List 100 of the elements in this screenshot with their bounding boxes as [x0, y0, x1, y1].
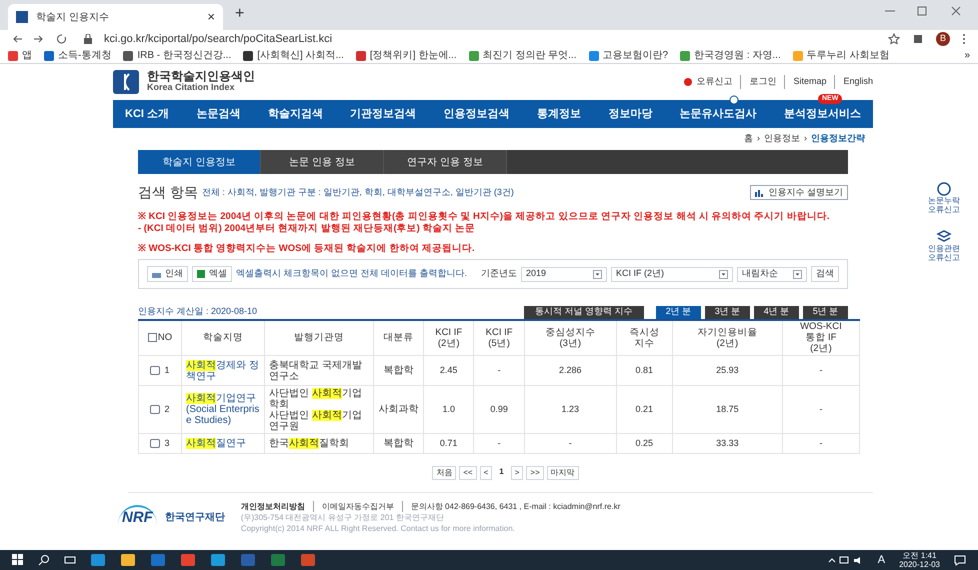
year-label: 기준년도 [481, 267, 517, 280]
nav-item[interactable]: 학술지검색 [268, 108, 323, 120]
table-cell: - [782, 386, 860, 434]
alert-icon [684, 78, 692, 86]
nav-item[interactable]: 논문검색 [196, 108, 240, 120]
table-cell: 복합학 [374, 434, 424, 454]
publisher-name: 충북대학교 국제개발연구소 [269, 360, 363, 382]
caret-icon [793, 270, 802, 278]
utility-link[interactable]: Sitemap [793, 75, 826, 89]
page-button[interactable]: < [480, 466, 492, 480]
period-tab[interactable]: 5년 분 [803, 306, 848, 318]
kci-logo-icon [113, 70, 139, 94]
table-cell: 0.25 [616, 434, 672, 454]
select-field[interactable]: 내림차순 [737, 266, 807, 282]
notice-text: - (KCI 데이터 범위) 2004년부터 현재까지 발행된 재단등재(후보) 학술지 논문 [138, 223, 476, 235]
column-header: KCI IF (2년) [424, 320, 474, 356]
column-header: 자기인용비율 (2년) [672, 320, 782, 356]
bookmark-link[interactable]: 소득-통계청 [58, 48, 112, 63]
ime-indicator[interactable]: A [878, 552, 886, 568]
nav-item[interactable]: KCI 소개 [125, 108, 169, 120]
search-button[interactable]: 검색 [811, 266, 839, 282]
print-button[interactable]: 인쇄 [147, 266, 188, 282]
select-all-checkbox[interactable] [148, 333, 157, 342]
period-tab[interactable]: 2년 분 [656, 306, 701, 318]
page-button[interactable]: 마지막 [546, 466, 579, 480]
new-tab-button[interactable]: + [235, 2, 244, 26]
footer-link[interactable]: 개인정보처리방침 [240, 501, 314, 512]
sub-tab[interactable]: 연구자 인용 정보 [384, 150, 507, 174]
page-button[interactable]: 처음 [432, 466, 456, 480]
select-field[interactable]: 2019 [521, 266, 607, 282]
star-icon[interactable] [888, 33, 900, 45]
breadcrumb-link[interactable]: 홈 [744, 132, 753, 146]
table-cell: 18.75 [672, 386, 782, 434]
side-link[interactable]: 논문누락 오류신고 [928, 196, 960, 214]
table-cell: 사회과학 [374, 386, 424, 434]
period-tab[interactable]: 통시적 저널 영향력 지수 [524, 306, 644, 318]
row-checkbox[interactable] [150, 405, 160, 414]
org-name: 한국연구재단 [164, 511, 225, 525]
bookmark-link[interactable]: [정책위키] 한눈에... [370, 48, 457, 63]
footer-link[interactable]: 이메일자동수집거부 [322, 501, 403, 512]
publisher-name: 사단법인 사회적기업학회 [269, 388, 363, 410]
close-icon[interactable]: × [207, 7, 215, 27]
page-button[interactable]: > [510, 466, 524, 480]
breadcrumb-link[interactable]: 인용정보간략 [811, 132, 865, 146]
period-tab[interactable]: 4년 분 [754, 306, 799, 318]
sub-tab[interactable]: 논문 인용 정보 [261, 150, 384, 174]
nav-item[interactable]: 기관정보검색 [350, 108, 416, 120]
url-field[interactable]: kci.go.kr/kciportal/po/search/poCitaSearList.kci [104, 30, 876, 48]
row-checkbox[interactable] [150, 439, 160, 448]
bookmark-link[interactable]: 한국경영원 : 자영... [694, 48, 781, 63]
nav-item[interactable]: 분석정보서비스 [784, 108, 861, 120]
side-link[interactable]: 인용관련 오류신고 [928, 244, 960, 262]
nrf-logo: NRF [118, 505, 157, 530]
table-cell: 0.99 [474, 386, 524, 434]
page-button[interactable]: >> [526, 466, 544, 480]
select-field[interactable]: KCI IF (2년) [611, 266, 733, 282]
bookmark-link[interactable]: 두루누리 사회보험 [806, 48, 890, 63]
address-text: (우)305-754 대전광역시 유성구 가정로 201 한국연구재단 [240, 512, 445, 523]
lock-icon [84, 34, 92, 44]
row-checkbox[interactable] [150, 366, 160, 375]
caret-icon [593, 270, 602, 278]
calc-date: 인용지수 계산일 : 2020-08-10 [138, 305, 258, 318]
windows-start-icon[interactable] [12, 554, 24, 566]
table-cell: 33.33 [672, 434, 782, 454]
bookmark-link[interactable]: IRB - 한국정신건강... [137, 48, 232, 63]
sub-tab[interactable]: 학술지 인용정보 [138, 150, 261, 174]
bookmark-link[interactable]: [사회혁신] 사회적... [257, 48, 344, 63]
utility-link[interactable]: 오류신고 [696, 75, 732, 89]
notification-icon[interactable] [954, 554, 966, 566]
column-header: KCI IF (5년) [474, 320, 524, 356]
utility-link[interactable]: English [843, 75, 873, 89]
table-cell: 1.23 [524, 386, 616, 434]
bookmark-link[interactable]: 고용보험이란? [602, 48, 668, 63]
page-button[interactable]: << [459, 466, 477, 480]
utility-link[interactable]: 로그인 [749, 75, 776, 89]
table-cell: 0.21 [616, 386, 672, 434]
profile-avatar[interactable]: B [936, 32, 950, 46]
table-cell: - [524, 434, 616, 454]
task-view-icon[interactable] [64, 554, 76, 566]
spreadsheet-icon [197, 270, 205, 278]
period-tab[interactable]: 3년 분 [705, 306, 750, 318]
nav-item[interactable]: 정보마당 [608, 108, 652, 120]
column-header: WOS-KCI 통합 IF (2년) [782, 320, 860, 356]
bookmark-link[interactable]: 최진기 정의란 무엇... [482, 48, 576, 63]
more-bookmarks-button[interactable]: » [964, 48, 970, 63]
printer-icon [152, 270, 161, 278]
nav-item[interactable]: 통계정보 [536, 108, 581, 120]
bookmark-link[interactable]: 앱 [22, 48, 32, 63]
menu-icon[interactable] [962, 33, 966, 45]
browser-tab[interactable]: 학술지 인용지수 × [8, 4, 223, 30]
bar-chart-icon [755, 188, 764, 196]
guide-button[interactable]: 인용지수 설명보기 [750, 184, 848, 200]
breadcrumb-link[interactable]: 인용정보 [764, 132, 800, 146]
contact-info: 문의사항 042-869-6436, 6431 , E-mail : kciadmin@nrf.re.kr [410, 501, 620, 512]
nav-item[interactable]: 인용정보검색 [444, 108, 510, 120]
search-heading: 검색 항목 [138, 183, 198, 202]
nav-item[interactable]: 논문유사도검사 [680, 108, 757, 120]
excel-button[interactable]: 엑셀 [192, 266, 232, 282]
current-page: 1 [498, 466, 505, 478]
publisher-name: 한국사회적 질학회 [269, 438, 350, 449]
